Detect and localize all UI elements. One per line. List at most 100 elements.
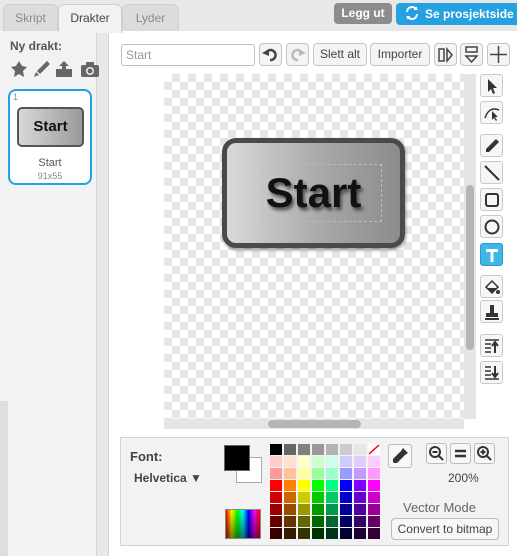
flip-vertical-icon[interactable] (460, 43, 483, 66)
palette-swatch[interactable] (354, 516, 366, 527)
tab-sounds[interactable]: Lyder (122, 4, 179, 32)
clear-all-button[interactable]: Slett alt (313, 43, 367, 66)
palette-swatch[interactable] (368, 516, 380, 527)
palette-swatch[interactable] (270, 504, 282, 515)
costume-item[interactable]: 1 Start Start 91x55 (8, 89, 92, 185)
palette-swatch[interactable] (340, 480, 352, 491)
palette-swatch[interactable] (354, 444, 366, 455)
text-tool[interactable] (480, 243, 503, 266)
palette-swatch[interactable] (298, 504, 310, 515)
palette-swatch[interactable] (354, 456, 366, 467)
tab-costumes[interactable]: Drakter (58, 4, 122, 33)
palette-swatch[interactable] (368, 468, 380, 479)
palette-swatch[interactable] (284, 444, 296, 455)
palette-swatch[interactable] (312, 468, 324, 479)
palette-swatch[interactable] (340, 468, 352, 479)
zoom-reset-button[interactable] (450, 443, 471, 464)
palette-swatch[interactable] (298, 444, 310, 455)
palette-swatch[interactable] (298, 456, 310, 467)
select-tool[interactable] (480, 74, 503, 97)
fill-tool[interactable] (480, 275, 503, 298)
line-tool[interactable] (480, 161, 503, 184)
reshape-tool[interactable] (480, 101, 503, 124)
palette-swatch[interactable] (270, 528, 282, 539)
eyedropper-button[interactable] (388, 444, 412, 468)
palette-swatch[interactable] (284, 528, 296, 539)
tab-scripts[interactable]: Skript (3, 4, 58, 32)
palette-swatch[interactable] (298, 468, 310, 479)
drawing-canvas[interactable]: Start (164, 74, 464, 419)
crosshair-icon[interactable] (487, 43, 510, 66)
palette-swatch[interactable] (368, 492, 380, 503)
pencil-tool[interactable] (480, 134, 503, 157)
undo-icon[interactable] (259, 43, 282, 66)
palette-swatch[interactable] (312, 516, 324, 527)
palette-swatch[interactable] (340, 528, 352, 539)
palette-swatch[interactable] (270, 480, 282, 491)
palette-swatch[interactable] (354, 492, 366, 503)
palette-swatch[interactable] (340, 504, 352, 515)
zoom-in-button[interactable] (474, 443, 495, 464)
palette-swatch[interactable] (354, 504, 366, 515)
palette-swatch[interactable] (284, 456, 296, 467)
palette-swatch[interactable] (312, 528, 324, 539)
see-project-page-button[interactable]: Se prosjektside (396, 3, 517, 25)
zoom-out-button[interactable] (426, 443, 447, 464)
redo-icon[interactable] (286, 43, 309, 66)
transparent-swatch[interactable] (368, 444, 380, 455)
palette-swatch[interactable] (340, 444, 352, 455)
color-picker[interactable] (225, 509, 261, 539)
vertical-scrollbar-thumb[interactable] (466, 185, 474, 350)
rectangle-tool[interactable] (480, 188, 503, 211)
palette-swatch[interactable] (368, 456, 380, 467)
palette-swatch[interactable] (354, 528, 366, 539)
bring-forward-tool[interactable] (480, 334, 503, 357)
send-backward-tool[interactable] (480, 361, 503, 384)
palette-swatch[interactable] (368, 528, 380, 539)
palette-swatch[interactable] (354, 480, 366, 491)
palette-swatch[interactable] (368, 504, 380, 515)
palette-swatch[interactable] (326, 504, 338, 515)
palette-swatch[interactable] (284, 504, 296, 515)
palette-swatch[interactable] (270, 492, 282, 503)
import-button[interactable]: Importer (370, 43, 430, 66)
font-dropdown[interactable]: Helvetica ▼ (134, 471, 202, 485)
ellipse-tool[interactable] (480, 215, 503, 238)
flip-horizontal-icon[interactable] (434, 43, 457, 66)
sprite-library-icon[interactable] (9, 59, 29, 79)
paint-brush-icon[interactable] (32, 59, 52, 79)
primary-color-swatch[interactable] (224, 445, 250, 471)
palette-swatch[interactable] (326, 468, 338, 479)
camera-icon[interactable] (80, 59, 100, 79)
palette-swatch[interactable] (326, 480, 338, 491)
palette-swatch[interactable] (298, 492, 310, 503)
palette-swatch[interactable] (270, 456, 282, 467)
palette-swatch[interactable] (312, 444, 324, 455)
palette-swatch[interactable] (326, 516, 338, 527)
palette-swatch[interactable] (354, 468, 366, 479)
palette-swatch[interactable] (340, 456, 352, 467)
horizontal-scrollbar-thumb[interactable] (268, 420, 361, 428)
palette-swatch[interactable] (270, 468, 282, 479)
palette-swatch[interactable] (340, 516, 352, 527)
palette-swatch[interactable] (326, 528, 338, 539)
palette-swatch[interactable] (326, 492, 338, 503)
palette-swatch[interactable] (368, 480, 380, 491)
palette-swatch[interactable] (284, 516, 296, 527)
palette-swatch[interactable] (298, 516, 310, 527)
palette-swatch[interactable] (340, 492, 352, 503)
convert-to-bitmap-button[interactable]: Convert to bitmap (391, 518, 499, 540)
palette-swatch[interactable] (312, 480, 324, 491)
palette-swatch[interactable] (312, 456, 324, 467)
upload-icon[interactable] (54, 59, 74, 79)
stamp-tool[interactable] (480, 300, 503, 323)
text-selection-box[interactable] (262, 164, 382, 222)
palette-swatch[interactable] (284, 492, 296, 503)
palette-swatch[interactable] (298, 480, 310, 491)
palette-swatch[interactable] (312, 492, 324, 503)
palette-swatch[interactable] (326, 456, 338, 467)
palette-swatch[interactable] (326, 444, 338, 455)
costume-name-input[interactable] (121, 44, 255, 66)
palette-swatch[interactable] (312, 504, 324, 515)
palette-swatch[interactable] (284, 468, 296, 479)
